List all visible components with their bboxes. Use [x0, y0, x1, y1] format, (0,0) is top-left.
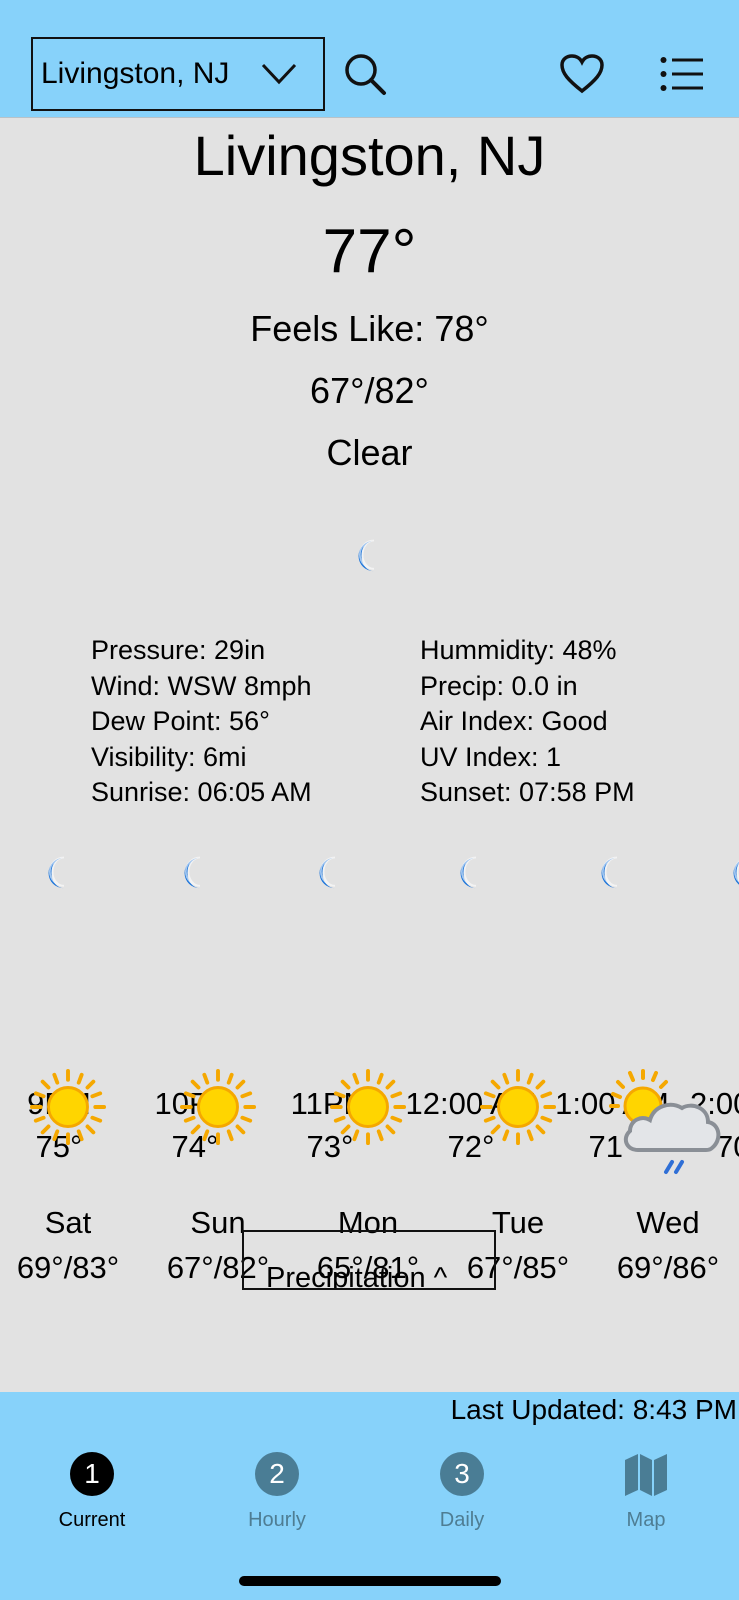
air-index-detail: Air Index: Good — [420, 706, 608, 736]
hourly-item: 11PM 73° — [255, 853, 405, 1164]
moon-icon — [452, 853, 490, 893]
moon-icon — [350, 536, 388, 576]
tab-current-number: 1 — [70, 1452, 114, 1496]
hourly-item: 12:00 AM 72° — [396, 853, 546, 1164]
search-icon[interactable] — [343, 52, 387, 96]
hourly-item: 9PM 75° — [0, 853, 134, 1164]
feels-like: Feels Like: 78° — [250, 308, 489, 349]
hourly-item: 2:00 AM 70° — [680, 853, 739, 1164]
daily-day: Sat — [44, 1205, 92, 1240]
daily-day: Wed — [636, 1205, 700, 1240]
precipitation-button[interactable]: Precipitation ^ — [242, 1230, 496, 1290]
home-indicator[interactable] — [239, 1576, 501, 1586]
last-updated: Last Updated: 8:43 PM — [450, 1394, 737, 1425]
hourly-item: 1:00 AM 71° — [537, 853, 687, 1164]
main-content: Livingston, NJ 77° Feels Like: 78° 67°/8… — [0, 118, 739, 1392]
moon-icon — [725, 853, 739, 893]
daily-item: Wed 69°/86° — [593, 1068, 739, 1285]
sun-icon — [29, 1068, 107, 1146]
precip-detail: Precip: 0.0 in — [420, 670, 578, 701]
daily-temps: 69°/83° — [16, 1250, 120, 1285]
low-high-temperature: 67°/82° — [310, 370, 429, 411]
sun-icon — [479, 1068, 557, 1146]
location-dropdown[interactable]: Livingston, NJ — [31, 37, 325, 111]
moon-icon — [176, 853, 214, 893]
humidity-detail: Hummidity: 48% — [420, 635, 617, 665]
tab-daily-number: 3 — [440, 1452, 484, 1496]
details-right-column: Hummidity: 48% Precip: 0.0 in Air Index:… — [420, 633, 635, 811]
dew-point-detail: Dew Point: 56° — [91, 706, 270, 736]
daily-item: Sat 69°/83° — [0, 1068, 143, 1285]
moon-icon — [311, 853, 349, 893]
details-left-column: Pressure: 29in Wind: WSW 8mph Dew Point:… — [91, 633, 312, 811]
daily-item: Mon 65°/81° — [293, 1068, 443, 1285]
daily-temps: 69°/86° — [616, 1250, 720, 1285]
app-header: Livingston, NJ — [0, 0, 739, 118]
city-name: Livingston, NJ — [193, 124, 546, 187]
tab-daily-label: Daily — [439, 1509, 485, 1531]
uv-index-detail: UV Index: 1 — [420, 741, 562, 772]
location-dropdown-value: Livingston, NJ — [41, 57, 230, 90]
sunrise-detail: Sunrise: 06:05 AM — [91, 777, 312, 807]
bottom-tab-bar: Last Updated: 8:43 PM 1 Current 2 Hourly… — [0, 1392, 739, 1600]
sun-icon — [179, 1068, 257, 1146]
daily-item: Tue 67°/85° — [443, 1068, 593, 1285]
wind-detail: Wind: WSW 8mph — [91, 670, 312, 701]
tab-map-label: Map — [626, 1509, 666, 1531]
current-temperature: 77° — [322, 217, 417, 286]
tab-daily[interactable]: 3 Daily — [392, 1452, 532, 1532]
tab-map[interactable]: Map — [576, 1452, 716, 1532]
moon-icon — [40, 853, 78, 893]
hourly-item: 10PM 74° — [120, 853, 270, 1164]
sun-icon — [329, 1068, 407, 1146]
tab-current-label: Current — [58, 1509, 126, 1531]
tab-current[interactable]: 1 Current — [22, 1452, 162, 1532]
visibility-detail: Visibility: 6mi — [91, 741, 247, 772]
tab-hourly-number: 2 — [255, 1452, 299, 1496]
weather-condition: Clear — [326, 432, 413, 473]
precipitation-button-label: Precipitation ^ — [266, 1262, 448, 1290]
map-icon — [625, 1454, 667, 1496]
daily-item: Sun 67°/82° — [143, 1068, 293, 1285]
pressure-detail: Pressure: 29in — [91, 635, 266, 665]
tab-hourly[interactable]: 2 Hourly — [207, 1452, 347, 1532]
moon-icon — [593, 853, 631, 893]
partly-cloudy-rain-icon — [609, 1069, 721, 1174]
chevron-down-icon — [261, 63, 297, 85]
heart-icon[interactable] — [560, 54, 604, 94]
list-icon[interactable] — [660, 56, 704, 92]
sunset-detail: Sunset: 07:58 PM — [420, 777, 635, 807]
tab-hourly-label: Hourly — [248, 1509, 306, 1531]
